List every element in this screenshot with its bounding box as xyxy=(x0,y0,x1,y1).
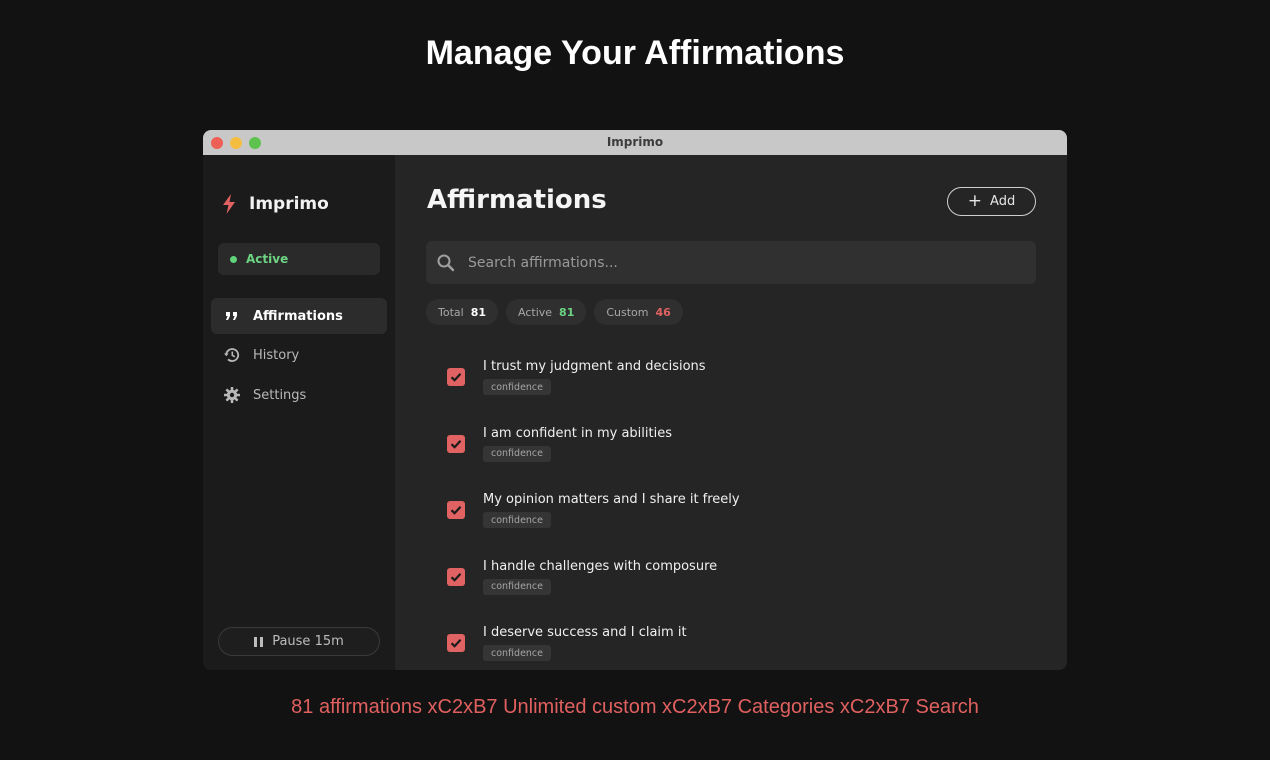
sidebar-item-label: History xyxy=(253,347,300,363)
pause-label: Pause 15m xyxy=(272,634,344,649)
sidebar-item-affirmations[interactable]: Affirmations xyxy=(211,298,387,334)
sidebar-item-history[interactable]: History xyxy=(211,337,387,373)
stat-label: Custom xyxy=(606,305,649,319)
stat-active: Active 81 xyxy=(506,299,587,325)
category-tag: confidence xyxy=(483,445,552,462)
brand: Imprimo xyxy=(221,193,329,215)
category-tag: confidence xyxy=(483,578,552,595)
hero-title: Manage Your Affirmations xyxy=(425,34,845,72)
pause-button[interactable]: Pause 15m xyxy=(218,627,380,656)
affirmation-text: I trust my judgment and decisions xyxy=(483,359,706,374)
sidebar-item-settings[interactable]: Settings xyxy=(211,377,387,413)
stat-total: Total 81 xyxy=(426,299,499,325)
gear-icon xyxy=(224,387,240,403)
pause-icon xyxy=(254,636,264,647)
search-input[interactable] xyxy=(468,254,1036,271)
checkmark-icon xyxy=(450,572,462,582)
stat-custom: Custom 46 xyxy=(594,299,683,325)
affirmation-checkbox[interactable] xyxy=(447,501,465,519)
stat-value: 81 xyxy=(470,305,487,319)
main-content: Affirmations + Add Total 81 Active 81 Cu… xyxy=(395,155,1067,670)
app-name: Imprimo xyxy=(249,194,329,214)
sidebar-item-label: Settings xyxy=(253,387,307,403)
stat-label: Total xyxy=(438,305,464,319)
app-window: Imprimo Imprimo Active Affirmations Hist… xyxy=(203,130,1067,670)
status-badge: Active xyxy=(218,243,380,275)
plus-icon: + xyxy=(967,191,983,211)
checkmark-icon xyxy=(450,506,462,515)
affirmation-checkbox[interactable] xyxy=(447,368,465,386)
affirmation-text: I deserve success and I claim it xyxy=(483,625,687,640)
stat-label: Active xyxy=(518,305,553,319)
status-dot-icon xyxy=(230,255,237,263)
checkmark-icon xyxy=(450,373,462,382)
quote-icon xyxy=(226,312,237,320)
checkmark-icon xyxy=(450,439,462,449)
stats-bar: Total 81 Active 81 Custom 46 xyxy=(426,299,683,325)
list-item: I trust my judgment and decisions confid… xyxy=(426,351,1036,418)
category-tag: confidence xyxy=(483,645,552,661)
search-icon xyxy=(437,254,455,271)
affirmation-checkbox[interactable] xyxy=(447,567,465,586)
add-button[interactable]: + Add xyxy=(947,187,1036,216)
category-tag: confidence xyxy=(483,512,552,528)
title-bar: Imprimo xyxy=(203,130,1067,155)
lightning-icon xyxy=(223,194,235,214)
affirmation-text: I handle challenges with composure xyxy=(483,558,718,574)
checkmark-icon xyxy=(450,639,462,648)
affirmation-list: I trust my judgment and decisions confid… xyxy=(426,351,1036,670)
history-icon xyxy=(224,348,240,362)
list-item: I deserve success and I claim it confide… xyxy=(426,617,1036,670)
window-title: Imprimo xyxy=(606,135,664,149)
stat-value: 81 xyxy=(559,305,575,319)
affirmation-checkbox[interactable] xyxy=(447,434,465,453)
status-label: Active xyxy=(246,252,289,266)
sidebar-item-label: Affirmations xyxy=(253,308,343,324)
sidebar: Imprimo Active Affirmations History Sett… xyxy=(203,155,395,670)
affirmation-text: My opinion matters and I share it freely xyxy=(483,492,740,507)
affirmation-text: I am confident in my abilities xyxy=(483,425,672,441)
list-item: I am confident in my abilities confidenc… xyxy=(426,418,1036,485)
category-tag: confidence xyxy=(483,379,552,395)
affirmation-checkbox[interactable] xyxy=(447,634,465,652)
add-label: Add xyxy=(990,194,1016,209)
stat-value: 46 xyxy=(655,305,671,319)
page-title: Affirmations xyxy=(427,185,607,215)
hero-tagline: 81 affirmations xC2xB7 Unlimited custom … xyxy=(291,696,979,718)
list-item: My opinion matters and I share it freely… xyxy=(426,484,1036,551)
list-item: I handle challenges with composure confi… xyxy=(426,551,1036,618)
search-bar xyxy=(426,241,1036,284)
